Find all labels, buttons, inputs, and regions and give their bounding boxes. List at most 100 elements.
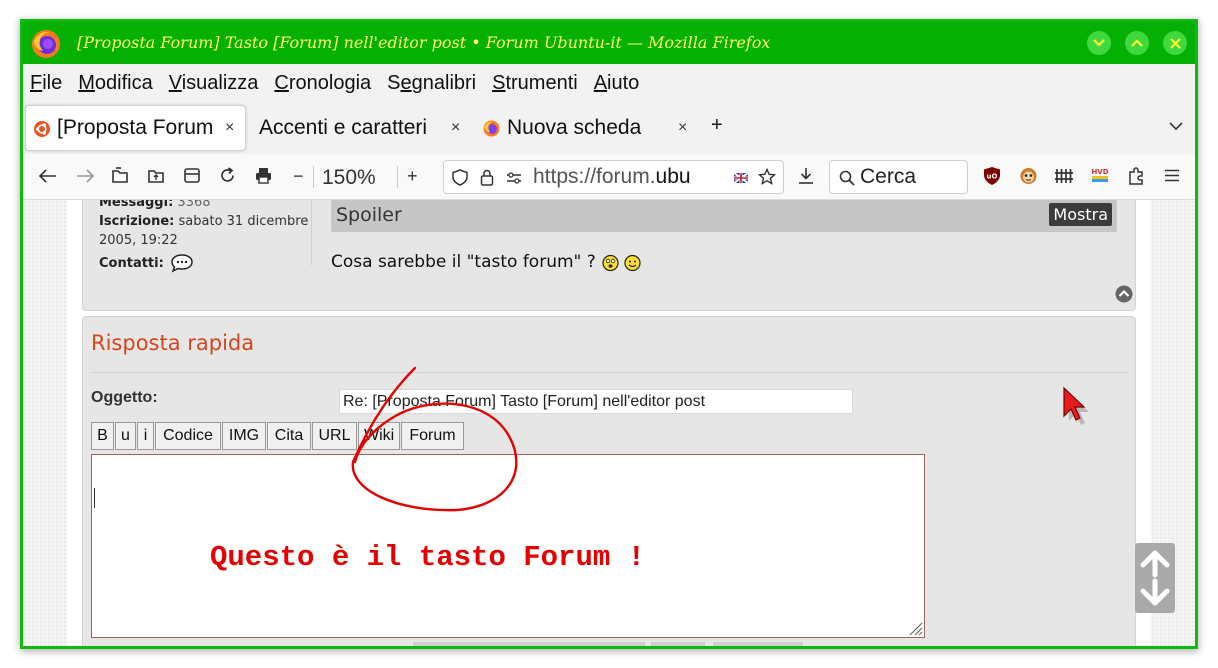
text-cursor [94,488,95,508]
img-button[interactable]: IMG [222,422,266,450]
menu-segnalibri[interactable]: Segnalibri [387,72,476,95]
reload-icon[interactable] [219,167,236,184]
subject-input[interactable]: Re: [Proposta Forum] Tasto [Forum] nell'… [339,389,853,414]
menu-strumenti[interactable]: Strumenti [492,72,578,95]
tampermonkey-icon[interactable] [1019,166,1038,185]
close-button[interactable] [1163,31,1187,55]
list-all-tabs-button[interactable] [1169,122,1183,131]
zoom-in-button[interactable]: + [407,164,418,188]
tab-label: Accenti e caratteri [259,116,428,139]
firefox-icon [483,120,500,137]
fence-icon[interactable] [1054,167,1074,184]
forum-button[interactable]: Forum [401,422,464,450]
spoiler-show-button[interactable]: Mostra [1049,203,1112,226]
quick-reply-panel: Risposta rapida Oggetto: Re: [Proposta F… [82,316,1136,646]
browser-window: [Proposta Forum] Tasto [Forum] nell'edit… [20,19,1198,649]
svg-text:uO: uO [987,173,998,181]
full-editor-button[interactable] [713,642,803,646]
confused-smiley-icon [602,254,619,271]
profile-contacts: Contatti: [99,253,194,273]
title-bar[interactable]: [Proposta Forum] Tasto [Forum] nell'edit… [23,22,1195,64]
url-button[interactable]: URL [312,422,357,450]
speech-bubble-icon[interactable] [170,253,194,273]
lock-icon[interactable] [480,169,494,186]
menu-modifica[interactable]: Modifica [78,72,152,95]
download-icon[interactable] [797,167,815,185]
new-tab-button[interactable]: + [711,114,723,137]
tab-bar: [Proposta Forum × Accenti e caratteri × … [23,102,1195,154]
permissions-icon[interactable] [506,172,522,184]
print-icon[interactable] [255,167,272,184]
underline-button[interactable]: u [115,422,136,450]
bold-button[interactable]: B [91,422,114,450]
minimize-button[interactable] [1087,31,1111,55]
menu-aiuto[interactable]: Aiuto [594,72,640,95]
profile-registration-date: 2005, 19:22 [99,233,178,248]
separator [397,166,398,188]
bbcode-toolbar: B u i Codice IMG Cita URL Wiki Forum [91,422,471,452]
post-content: Cosa sarebbe il "tasto forum" ? [331,252,642,272]
navigation-toolbar: − 150% + https://forum.ubu Cerca uO HVD [23,154,1195,200]
menu-visualizza[interactable]: Visualizza [169,72,259,95]
search-icon [839,170,855,186]
uk-flag-icon[interactable] [734,173,748,183]
firefox-icon [32,30,60,58]
quote-button[interactable]: Cita [267,422,311,450]
chevron-up-icon [1131,39,1143,47]
tab-close-button[interactable]: × [225,119,234,137]
tab-accenti[interactable]: Accenti e caratteri × [259,105,469,151]
scroll-up-down-widget[interactable] [1135,543,1175,613]
profile-messages: Messaggi: 3368 [99,200,211,210]
shield-icon[interactable] [452,169,468,186]
zoom-out-button[interactable]: − [293,164,304,188]
bookmark-star-icon[interactable] [758,168,776,186]
url-bar[interactable]: https://forum.ubu [443,160,784,194]
hd-video-icon[interactable]: HVD [1090,166,1110,184]
svg-text:HVD: HVD [1091,168,1108,176]
spoiler-title: Spoiler [336,204,402,226]
spoiler-box: Spoiler Mostra [331,200,1117,232]
tab-close-button[interactable]: × [451,119,460,137]
forward-button[interactable] [76,169,94,183]
italic-button[interactable]: i [137,422,154,450]
ublock-origin-icon[interactable]: uO [983,166,1001,186]
preview-button[interactable] [651,642,705,646]
maximize-button[interactable] [1125,31,1149,55]
window-title: [Proposta Forum] Tasto [Forum] nell'edit… [77,33,771,52]
extensions-icon[interactable] [1127,166,1145,185]
separator [313,166,314,188]
profile-registration: Iscrizione: sabato 31 dicembre [99,214,309,229]
chevron-down-icon [1093,39,1105,47]
forum-page: Messaggi: 3368 Iscrizione: sabato 31 dic… [67,200,1151,646]
ubuntu-icon [34,121,50,137]
divider [311,200,312,265]
zoom-reset-button[interactable]: 150% [322,166,376,190]
tab-nuova-scheda[interactable]: Nuova scheda × [483,105,693,151]
menu-file[interactable]: File [30,72,62,95]
menu-cronologia[interactable]: Cronologia [274,72,371,95]
tab-proposta-forum[interactable]: [Proposta Forum × [25,105,246,151]
sidebar-icon[interactable] [184,168,200,183]
search-bar[interactable]: Cerca [829,160,968,194]
back-button[interactable] [39,169,57,183]
back-to-top-icon[interactable] [1115,285,1133,303]
page-viewport: Messaggi: 3368 Iscrizione: sabato 31 dic… [23,200,1195,646]
quick-reply-heading: Risposta rapida [91,331,255,355]
message-textarea[interactable]: Questo è il tasto Forum ! [91,454,925,638]
mouse-pointer-icon [1063,386,1089,425]
menu-bar: File Modifica Visualizza Cronologia Segn… [23,64,1195,102]
hamburger-menu-icon[interactable] [1164,169,1180,182]
forum-post: Messaggi: 3368 Iscrizione: sabato 31 dic… [82,200,1136,311]
tab-close-button[interactable]: × [678,119,687,137]
folder-icon[interactable] [111,167,129,184]
subject-label: Oggetto: [91,389,158,406]
up-down-arrows-icon[interactable] [1139,549,1171,607]
tab-label: Nuova scheda [507,116,642,139]
wiki-button[interactable]: Wiki [358,422,400,450]
url-text: https://forum.ubu [533,165,691,188]
folder-up-icon[interactable] [147,167,165,184]
submit-button[interactable] [413,642,645,646]
annotation-text: Questo è il tasto Forum ! [210,541,646,574]
code-button[interactable]: Codice [155,422,221,450]
resize-grip-icon[interactable] [907,620,923,636]
